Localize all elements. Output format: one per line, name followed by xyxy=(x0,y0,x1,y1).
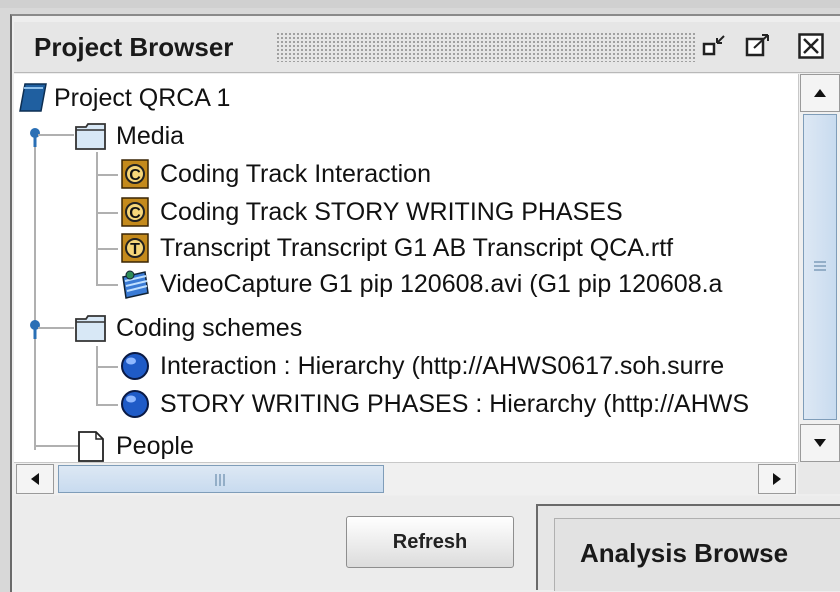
titlebar-grip[interactable] xyxy=(276,32,696,62)
tree-connector xyxy=(96,174,118,176)
video-icon xyxy=(122,270,149,299)
svg-text:T: T xyxy=(130,241,140,258)
expand-handle-icon[interactable] xyxy=(24,318,46,340)
panel-title: Project Browser xyxy=(34,32,234,62)
tree-item[interactable]: VideoCapture G1 pip 120608.avi (G1 pip 1… xyxy=(118,266,722,302)
tree-connector xyxy=(96,366,118,368)
arrow-right-icon xyxy=(773,473,781,485)
vertical-scroll-thumb[interactable] xyxy=(803,114,837,420)
scroll-up-button[interactable] xyxy=(800,74,840,112)
refresh-button[interactable]: Refresh xyxy=(346,516,514,568)
expand-handle-icon[interactable] xyxy=(24,126,46,148)
scheme-globe-icon xyxy=(121,390,149,418)
tree-item-label: STORY WRITING PHASES : Hierarchy (http:/… xyxy=(160,389,750,418)
tree-item-label: VideoCapture G1 pip 120608.avi (G1 pip 1… xyxy=(160,269,723,298)
tree-group-media[interactable]: Media xyxy=(74,118,184,154)
analysis-browser-title: Analysis Browse xyxy=(580,538,789,568)
tree-group-label: People xyxy=(116,431,194,460)
tree-connector xyxy=(96,284,118,286)
tree-item-label: Transcript Transcript G1 AB Transcript Q… xyxy=(160,233,674,262)
horizontal-scroll-thumb[interactable] xyxy=(58,465,384,493)
folder-icon xyxy=(75,315,106,342)
tree-connector xyxy=(34,445,78,447)
scheme-globe-icon xyxy=(121,352,149,380)
horizontal-scrollbar[interactable] xyxy=(14,462,798,495)
tree-group-people[interactable]: People xyxy=(74,428,194,462)
minimize-icon[interactable] xyxy=(700,32,728,60)
scroll-down-button[interactable] xyxy=(800,424,840,462)
svg-text:C: C xyxy=(129,167,141,184)
arrow-left-icon xyxy=(31,473,39,485)
tree-connector xyxy=(96,152,98,286)
vertical-scrollbar[interactable] xyxy=(798,74,840,462)
tree-item-label: Coding Track STORY WRITING PHASES xyxy=(160,197,623,226)
tree-item[interactable]: C Coding Track STORY WRITING PHASES xyxy=(118,194,623,230)
tree-connector xyxy=(96,404,118,406)
transcript-icon: T xyxy=(121,233,149,263)
tree-connector xyxy=(38,327,74,329)
tree-item[interactable]: T Transcript Transcript G1 AB Transcript… xyxy=(118,230,673,266)
project-tree[interactable]: Project QRCA 1 Media C Coding Track Inte… xyxy=(14,74,798,462)
folder-icon xyxy=(75,123,106,150)
tree-connector xyxy=(96,248,118,250)
svg-text:C: C xyxy=(129,205,141,222)
grip-icon xyxy=(215,474,225,486)
document-icon xyxy=(78,431,104,462)
tree-item[interactable]: C Coding Track Interaction xyxy=(118,156,431,192)
coding-track-icon: C xyxy=(121,197,149,227)
window-top-edge xyxy=(0,0,840,8)
tree-item[interactable]: Interaction : Hierarchy (http://AHWS0617… xyxy=(118,348,724,384)
arrow-up-icon xyxy=(814,89,826,97)
tree-group-label: Media xyxy=(116,121,185,150)
tree-item[interactable]: STORY WRITING PHASES : Hierarchy (http:/… xyxy=(118,386,749,422)
close-icon[interactable] xyxy=(798,33,824,59)
tree-group-label: Coding schemes xyxy=(116,313,303,342)
tree-root[interactable]: Project QRCA 1 xyxy=(16,80,230,116)
tree-group-coding-schemes[interactable]: Coding schemes xyxy=(74,310,302,346)
project-browser-titlebar[interactable]: Project Browser xyxy=(14,22,840,73)
scroll-corner xyxy=(798,462,840,494)
tree-root-label: Project QRCA 1 xyxy=(54,83,231,112)
tree-connector xyxy=(96,212,118,214)
tree-item-label: Interaction : Hierarchy (http://AHWS0617… xyxy=(160,351,725,380)
tree-connector xyxy=(34,130,36,450)
tree-connector xyxy=(96,346,98,406)
maximize-icon[interactable] xyxy=(744,32,772,60)
project-book-icon xyxy=(19,83,47,112)
scroll-right-button[interactable] xyxy=(758,464,796,494)
grip-icon xyxy=(814,261,826,271)
arrow-down-icon xyxy=(814,439,826,447)
tree-item-label: Coding Track Interaction xyxy=(160,159,431,188)
tree-connector xyxy=(38,134,74,136)
scroll-left-button[interactable] xyxy=(16,464,54,494)
coding-track-icon: C xyxy=(121,159,149,189)
